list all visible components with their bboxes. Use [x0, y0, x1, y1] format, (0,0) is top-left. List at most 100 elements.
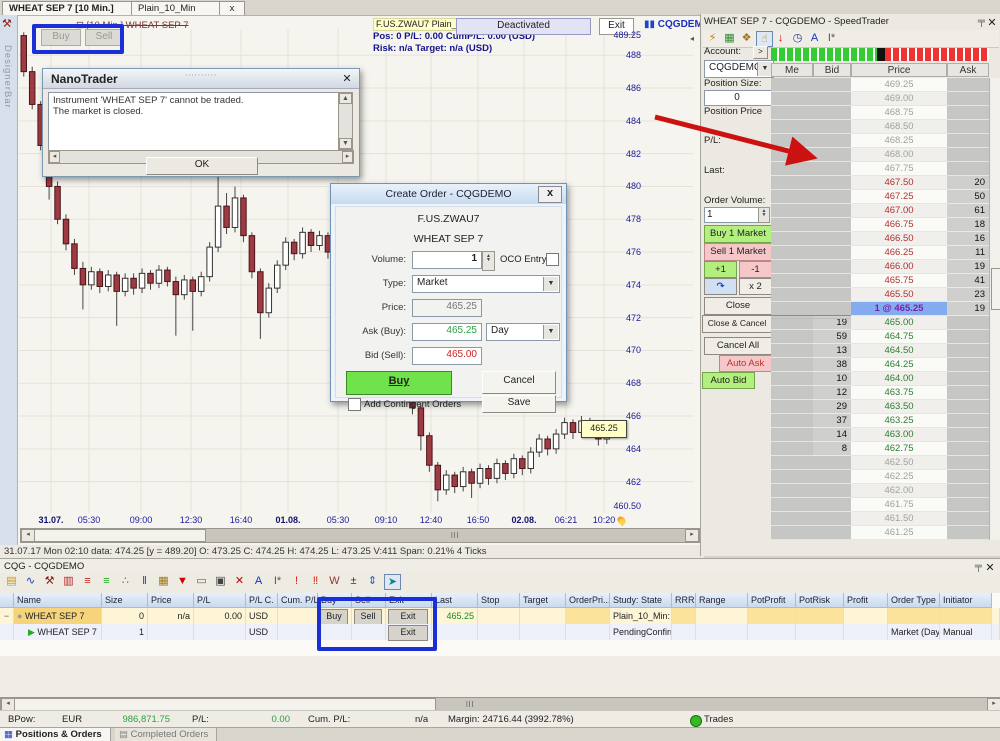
column-header-orderpri-[interactable]: OrderPri... [566, 593, 610, 608]
dialog-v-scrollbar[interactable]: ▲ ▼ [338, 92, 353, 150]
chevron-down-icon[interactable]: ▼ [543, 325, 558, 339]
buy-button[interactable]: Buy [346, 371, 452, 395]
red-rows-icon[interactable]: ≡ [80, 574, 95, 588]
column-header-profit[interactable]: Profit [844, 593, 888, 608]
volume-field[interactable]: 1 [412, 251, 482, 269]
ladder-price-cell[interactable]: 464.00 [851, 372, 947, 386]
ladder-me-cell[interactable] [771, 400, 813, 414]
table-cell-name[interactable]: ▶ WHEAT SEP 7 [14, 624, 102, 640]
ladder-ask-cell[interactable] [947, 456, 989, 470]
column-header-rrr[interactable]: RRR [672, 593, 696, 608]
deactivated-button[interactable]: Deactivated [456, 18, 591, 35]
ladder-row[interactable]: 468.00 [771, 148, 989, 162]
frame-icon[interactable]: ▭ [194, 574, 209, 588]
ladder-row[interactable]: 467.0061 [771, 204, 989, 218]
ladder-bid-cell[interactable]: 14 [813, 428, 851, 442]
ladder-ask-cell[interactable] [947, 428, 989, 442]
ladder-me-cell[interactable] [771, 526, 813, 540]
ladder-me-cell[interactable] [771, 386, 813, 400]
ladder-bid-cell[interactable] [813, 288, 851, 302]
ladder-column-header[interactable]: Bid [813, 63, 851, 77]
ladder-bid-cell[interactable] [813, 470, 851, 484]
active-tool-icon[interactable]: ➤ [384, 574, 401, 590]
ladder-ask-cell[interactable] [947, 120, 989, 134]
ladder-me-cell[interactable] [771, 330, 813, 344]
ladder-me-cell[interactable] [771, 148, 813, 162]
ladder-price-cell[interactable]: 464.25 [851, 358, 947, 372]
ladder-me-cell[interactable] [771, 106, 813, 120]
ladder-me-cell[interactable] [771, 470, 813, 484]
font-icon[interactable]: A [807, 31, 822, 45]
column-header-price[interactable]: Price [148, 593, 194, 608]
ladder-ask-cell[interactable] [947, 512, 989, 526]
split-icon[interactable]: ⇕ [365, 574, 380, 588]
ladder-bid-cell[interactable] [813, 162, 851, 176]
ladder-me-cell[interactable] [771, 358, 813, 372]
sell-1-market-button[interactable]: Sell 1 Market [704, 243, 772, 261]
oco-entry-checkbox[interactable] [546, 253, 559, 266]
column-header-potprofit[interactable]: PotProfit [748, 593, 796, 608]
ladder-me-cell[interactable] [771, 484, 813, 498]
ladder-ask-cell[interactable] [947, 316, 989, 330]
ladder-row[interactable]: 469.25 [771, 78, 989, 92]
ladder-row[interactable]: 466.0019 [771, 260, 989, 274]
ladder-ask-cell[interactable] [947, 344, 989, 358]
ladder-row[interactable]: 465.5023 [771, 288, 989, 302]
ladder-bid-cell[interactable] [813, 260, 851, 274]
ladder-ask-cell[interactable] [947, 92, 989, 106]
ladder-me-cell[interactable] [771, 176, 813, 190]
ladder-row[interactable]: 461.25 [771, 526, 989, 540]
ladder-ask-cell[interactable] [947, 498, 989, 512]
ladder-bid-cell[interactable] [813, 484, 851, 498]
plus-one-button[interactable]: +1 [704, 261, 737, 278]
column-header-p-l-c-[interactable]: P/L C. [246, 593, 278, 608]
close-and-cancel-button[interactable]: Close & Cancel [702, 315, 772, 333]
ladder-bid-cell[interactable] [813, 120, 851, 134]
tab-wheat-sep7[interactable]: WHEAT SEP 7 [10 Min.] [2, 1, 141, 16]
cancel-all-button[interactable]: Cancel All [704, 337, 772, 355]
ladder-ask-cell[interactable] [947, 400, 989, 414]
ladder-price-cell[interactable]: 463.75 [851, 386, 947, 400]
ladder-ask-cell[interactable]: 18 [947, 218, 989, 232]
delete-icon[interactable]: ✕ [232, 574, 247, 588]
ladder-ask-cell[interactable] [947, 106, 989, 120]
designer-tools-icon[interactable]: ⚒ [2, 17, 12, 30]
reverse-position-button[interactable]: ↷ [704, 278, 737, 295]
ladder-me-cell[interactable] [771, 218, 813, 232]
column-header-potrisk[interactable]: PotRisk [796, 593, 844, 608]
chart-h-scrollbar[interactable]: ◂ lll ▸ [20, 528, 700, 543]
ladder-price-cell[interactable]: 464.75 [851, 330, 947, 344]
cancel-button[interactable]: Cancel [482, 371, 556, 394]
ladder-me-cell[interactable] [771, 204, 813, 218]
tab-positions-orders[interactable]: ▦ Positions & Orders [0, 728, 111, 741]
ladder-ask-cell[interactable] [947, 372, 989, 386]
ladder-bid-cell[interactable] [813, 456, 851, 470]
arrow-down-icon[interactable]: ↓ [773, 31, 788, 45]
ladder-price-cell[interactable]: 465.75 [851, 274, 947, 288]
ladder-bid-cell[interactable]: 8 [813, 442, 851, 456]
ladder-me-cell[interactable] [771, 190, 813, 204]
ok-button[interactable]: OK [146, 157, 258, 175]
ladder-ask-cell[interactable]: 11 [947, 246, 989, 260]
ladder-me-cell[interactable] [771, 414, 813, 428]
buy-1-market-button[interactable]: Buy 1 Market [704, 225, 772, 243]
ladder-row[interactable]: 10464.00 [771, 372, 989, 386]
ladder-ask-cell[interactable] [947, 134, 989, 148]
tools-icon[interactable]: ⚒ [42, 574, 57, 588]
ladder-ask-cell[interactable] [947, 484, 989, 498]
ladder-bid-cell[interactable] [813, 106, 851, 120]
bar-study-icon[interactable]: ▥ [61, 574, 76, 588]
filter-icon[interactable]: ▼ [175, 574, 190, 588]
close-icon[interactable]: ✕ [341, 72, 353, 85]
ladder-me-cell[interactable] [771, 274, 813, 288]
ladder-ask-cell[interactable]: 61 [947, 204, 989, 218]
drag-handle[interactable]: ∙∙∙∙∙∙∙∙∙∙ [185, 70, 217, 79]
ladder-row[interactable]: 467.75 [771, 162, 989, 176]
ladder-bid-cell[interactable]: 12 [813, 386, 851, 400]
account-funds-icon[interactable]: ❖ [739, 31, 754, 45]
ladder-price-cell[interactable]: 469.25 [851, 78, 947, 92]
ladder-bid-cell[interactable]: 10 [813, 372, 851, 386]
ladder-price-cell[interactable]: 468.25 [851, 134, 947, 148]
ladder-bid-cell[interactable]: 29 [813, 400, 851, 414]
order-volume-field[interactable]: 1 [704, 207, 762, 223]
